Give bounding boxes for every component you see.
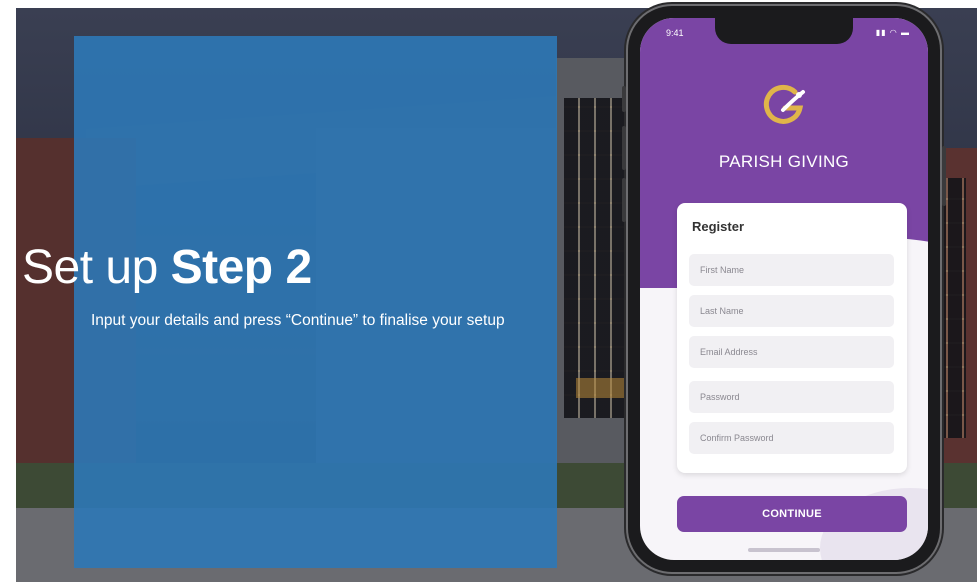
phone-screen: 9:41 ▮▮ ◠ ▬ PARISH GIVING Register First…	[640, 18, 928, 560]
slide-title: Set up Step 2	[22, 240, 312, 295]
home-indicator	[748, 548, 820, 552]
building-windows	[564, 98, 638, 418]
status-icons: ▮▮ ◠ ▬	[875, 28, 910, 37]
phone-volume-down	[622, 178, 626, 222]
instruction-panel	[74, 36, 557, 568]
first-name-field[interactable]: First Name	[689, 254, 894, 286]
status-time: 9:41	[666, 28, 684, 38]
last-name-field[interactable]: Last Name	[689, 295, 894, 327]
window-light	[576, 378, 636, 398]
parish-giving-logo-icon	[763, 84, 805, 124]
register-card: Register First Name Last Name Email Addr…	[677, 203, 907, 473]
phone-mockup: 9:41 ▮▮ ◠ ▬ PARISH GIVING Register First…	[622, 6, 946, 572]
confirm-password-field[interactable]: Confirm Password	[689, 422, 894, 454]
phone-notch	[715, 18, 853, 44]
email-field[interactable]: Email Address	[689, 336, 894, 368]
phone-volume-up	[622, 126, 626, 170]
brand-name: PARISH GIVING	[718, 152, 850, 171]
register-title: Register	[692, 219, 745, 234]
continue-button[interactable]: CONTINUE	[677, 496, 907, 532]
title-text: Set up	[22, 241, 171, 294]
phone-power-button	[942, 146, 946, 206]
slide-subtitle: Input your details and press “Continue” …	[91, 312, 505, 329]
password-field[interactable]: Password	[689, 381, 894, 413]
title-step: Step 2	[170, 241, 313, 294]
phone-mute-switch	[622, 86, 626, 112]
